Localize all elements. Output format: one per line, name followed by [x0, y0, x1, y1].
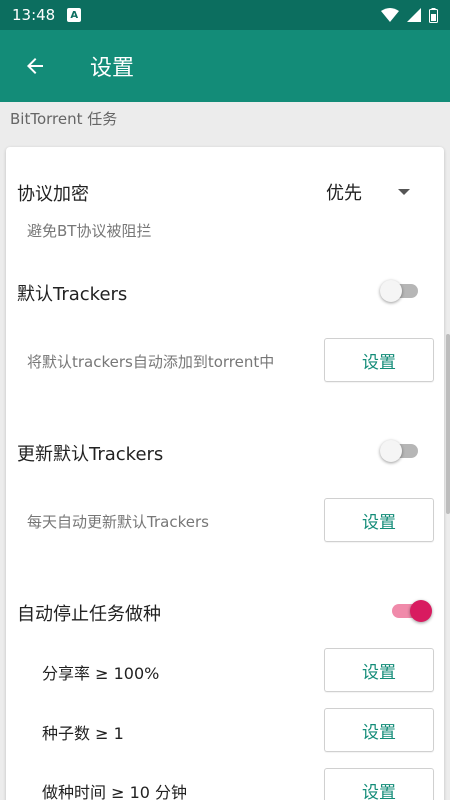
status-bar: 13:48 A	[0, 0, 450, 30]
page-title: 设置	[90, 56, 135, 81]
seeding-time-settings-button[interactable]: 设置	[324, 768, 434, 800]
settings-card	[6, 147, 444, 800]
default-trackers-label: 默认Trackers	[17, 284, 128, 305]
cellular-signal-icon	[407, 8, 421, 22]
encryption-value: 优先	[326, 183, 362, 204]
scrollbar[interactable]	[446, 334, 450, 514]
switch-thumb	[410, 600, 432, 622]
notification-icon: A	[67, 8, 82, 22]
share-ratio-label: 分享率 ≥ 100%	[42, 664, 160, 683]
update-trackers-description: 每天自动更新默认Trackers	[27, 513, 209, 531]
app-bar: 设置	[0, 30, 450, 102]
arrow-left-icon	[27, 58, 43, 74]
auto-stop-seeding-switch[interactable]	[388, 598, 432, 624]
default-trackers-settings-button[interactable]: 设置	[324, 338, 434, 382]
encryption-label: 协议加密	[17, 184, 89, 205]
encryption-dropdown[interactable]: 优先	[320, 172, 430, 212]
default-trackers-description: 将默认trackers自动添加到torrent中	[27, 353, 275, 371]
status-icons	[381, 7, 438, 23]
update-trackers-settings-button[interactable]: 设置	[324, 498, 434, 542]
auto-stop-seeding-label: 自动停止任务做种	[17, 604, 161, 625]
update-trackers-switch[interactable]	[380, 438, 424, 464]
seed-count-label: 种子数 ≥ 1	[42, 724, 124, 743]
share-ratio-settings-button[interactable]: 设置	[324, 648, 434, 692]
dropdown-arrow-icon	[398, 189, 410, 195]
status-time: 13:48	[12, 6, 56, 24]
update-trackers-label: 更新默认Trackers	[17, 444, 164, 465]
encryption-description: 避免BT协议被阻拦	[27, 222, 152, 240]
back-button[interactable]	[0, 30, 70, 102]
switch-thumb	[380, 440, 402, 462]
seeding-time-label: 做种时间 ≥ 10 分钟	[42, 783, 188, 800]
section-header: BitTorrent 任务	[10, 110, 118, 128]
switch-thumb	[380, 280, 402, 302]
wifi-icon	[381, 8, 399, 22]
default-trackers-switch[interactable]	[380, 278, 424, 304]
seed-count-settings-button[interactable]: 设置	[324, 708, 434, 752]
battery-icon	[429, 7, 438, 23]
